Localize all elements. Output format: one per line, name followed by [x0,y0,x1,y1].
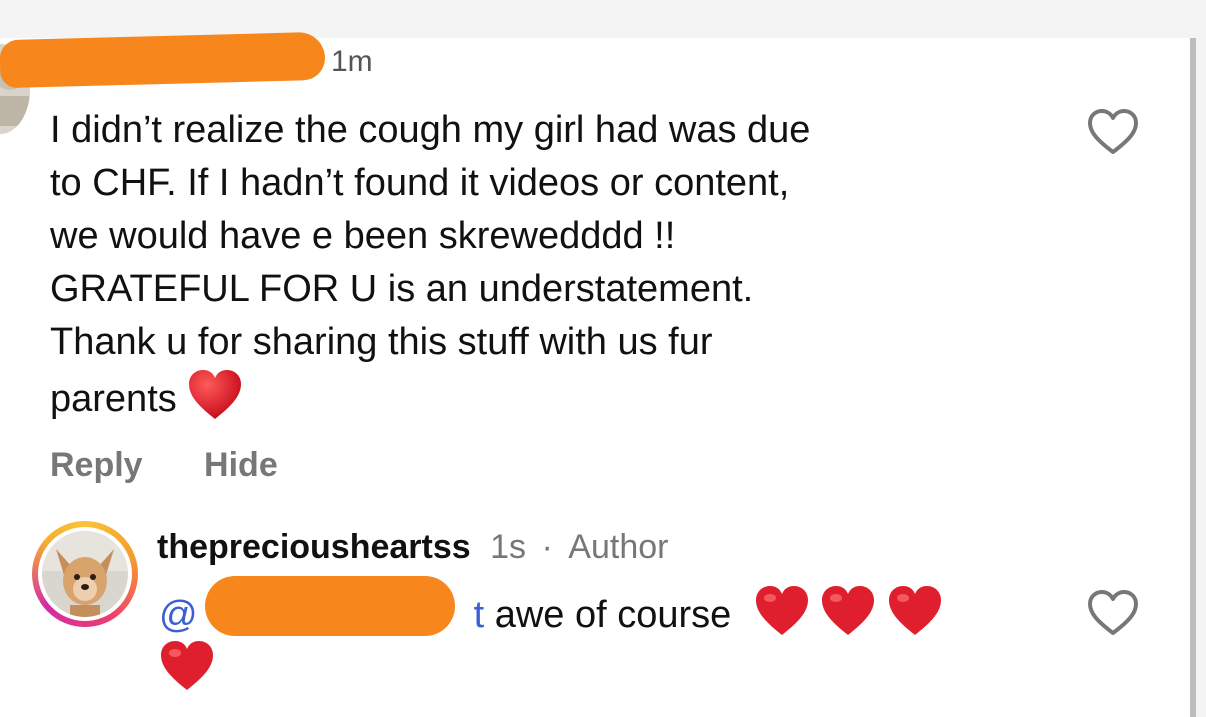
comment-line: we would have e been skrewedddd !! [50,215,676,257]
comment-line: parents [50,378,177,420]
mention-link[interactable]: @ [159,594,198,636]
author-username[interactable]: thepreciousheartss [157,528,471,566]
like-heart-icon[interactable] [1085,587,1141,639]
hide-button[interactable]: Hide [204,446,278,484]
reply-timestamp: 1s [490,528,527,566]
red-heart-emoji-icon [887,585,943,637]
dog-photo [42,531,128,617]
avatar-ring-gap [38,527,132,621]
redacted-mention [205,576,455,636]
redacted-username [0,31,326,89]
comment-line: to CHF. If I hadn’t found it videos or c… [50,162,790,204]
author-badge: Author [568,528,669,566]
comment-body: I didn’t realize the cough my girl had w… [50,104,1050,426]
red-heart-emoji-icon [754,585,810,637]
like-heart-icon[interactable] [1085,106,1141,158]
comment-line: I didn’t realize the cough my girl had w… [50,109,811,151]
comment-last-line: parents [50,369,1050,426]
author-avatar[interactable] [32,521,138,627]
comment-line: GRATEFUL FOR U is an understatement. [50,268,754,310]
red-heart-emoji-icon [820,585,876,637]
meta-separator: · [541,528,553,566]
reply-button[interactable]: Reply [50,446,143,484]
red-heart-emoji-icon [159,640,215,692]
mention-link-end[interactable]: t [474,594,485,636]
reply-body-tail [159,640,215,692]
comment-timestamp: 1m [331,45,373,78]
reply-text: awe of course [494,594,732,636]
comment-actions: Reply Hide [50,446,330,485]
scrollbar[interactable] [1190,38,1196,717]
red-heart-emoji-icon [187,369,243,421]
reply-header: thepreciousheartss 1s · Author [157,528,668,567]
comment-line: Thank u for sharing this stuff with us f… [50,321,713,363]
